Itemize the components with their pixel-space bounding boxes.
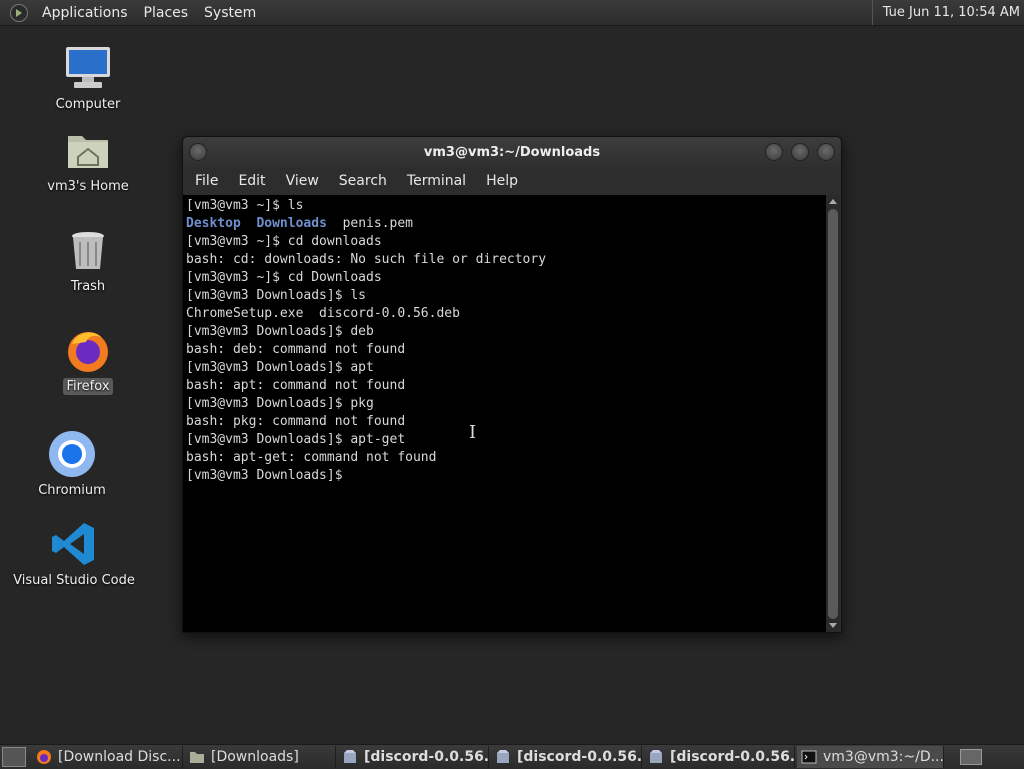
clock[interactable]: Tue Jun 11, 10:54 AM xyxy=(871,0,1024,25)
close-button[interactable] xyxy=(817,143,835,161)
menu-help[interactable]: Help xyxy=(476,173,528,189)
terminal-line: [vm3@vm3 ~]$ ls xyxy=(186,198,304,213)
menu-applications[interactable]: Applications xyxy=(34,5,136,21)
terminal-window[interactable]: vm3@vm3:~/Downloads File Edit View Searc… xyxy=(182,136,842,633)
window-menu-button[interactable] xyxy=(189,143,207,161)
menu-search[interactable]: Search xyxy=(329,173,397,189)
taskbar-item[interactable]: [Downloads] xyxy=(185,746,336,768)
terminal-line: [vm3@vm3 Downloads]$ ls xyxy=(186,288,367,303)
menu-terminal[interactable]: Terminal xyxy=(397,173,476,189)
desktop-icon-label: Firefox xyxy=(63,378,113,395)
terminal-icon xyxy=(801,749,817,765)
desktop-icon-label: Computer xyxy=(55,97,121,112)
terminal-line: [vm3@vm3 Downloads]$ apt-get xyxy=(186,432,406,447)
terminal-line: bash: cd: downloads: No such file or dir… xyxy=(186,252,547,267)
window-titlebar[interactable]: vm3@vm3:~/Downloads xyxy=(183,137,841,167)
taskbar-item[interactable]: [Download Disc... xyxy=(32,746,183,768)
terminal-menubar: File Edit View Search Terminal Help xyxy=(183,167,841,195)
desktop-icon-label: Chromium xyxy=(38,483,106,498)
terminal-line: [vm3@vm3 Downloads]$ apt xyxy=(186,360,374,375)
taskbar-item[interactable]: [discord-0.0.56... xyxy=(338,746,489,768)
desktop-icon-computer[interactable]: Computer xyxy=(50,44,126,113)
terminal-line: [vm3@vm3 Downloads]$ xyxy=(186,468,351,483)
folder-icon xyxy=(189,749,205,765)
terminal-line: [vm3@vm3 Downloads]$ pkg xyxy=(186,396,374,411)
taskbar-item-label: [discord-0.0.56... xyxy=(670,749,795,765)
terminal-line: ChromeSetup.exe discord-0.0.56.deb xyxy=(186,306,460,321)
firefox-icon xyxy=(36,749,52,765)
distro-logo-icon[interactable] xyxy=(10,3,28,22)
taskbar-item[interactable]: [discord-0.0.56... xyxy=(644,746,795,768)
desktop-icon-vscode[interactable]: Visual Studio Code xyxy=(13,520,135,589)
desktop-icon-home[interactable]: vm3's Home xyxy=(46,126,130,195)
trash-icon xyxy=(64,226,112,274)
desktop-icon-label: vm3's Home xyxy=(47,179,129,194)
terminal-line: bash: apt-get: command not found xyxy=(186,450,437,465)
text-cursor-icon: I xyxy=(469,422,477,443)
desktop-icon-chromium[interactable]: Chromium xyxy=(34,430,110,499)
terminal-scrollbar[interactable] xyxy=(826,195,840,632)
task-list: [Download Disc... [Downloads] [discord-0.0… xyxy=(32,746,946,768)
terminal-line: [vm3@vm3 ~]$ cd downloads xyxy=(186,234,382,249)
package-icon xyxy=(495,749,511,765)
terminal-line: [vm3@vm3 Downloads]$ deb xyxy=(186,324,374,339)
menu-system[interactable]: System xyxy=(196,5,264,21)
desktop-icon-label: Trash xyxy=(70,279,106,294)
terminal-line: bash: pkg: command not found xyxy=(186,414,406,429)
maximize-button[interactable] xyxy=(791,143,809,161)
taskbar-item-label: [discord-0.0.56... xyxy=(517,749,642,765)
window-title: vm3@vm3:~/Downloads xyxy=(423,144,601,160)
ls-directory: Desktop xyxy=(186,216,241,231)
chromium-icon xyxy=(48,430,96,478)
taskbar-item-label: [Downloads] xyxy=(211,749,299,765)
menu-view[interactable]: View xyxy=(276,173,329,189)
scroll-down-icon[interactable] xyxy=(829,623,837,628)
taskbar-item-label: vm3@vm3:~/D... xyxy=(823,749,944,765)
top-menu: Applications Places System xyxy=(34,0,264,25)
scroll-thumb[interactable] xyxy=(828,209,838,619)
ls-file: penis.pem xyxy=(342,216,414,231)
computer-icon xyxy=(64,44,112,92)
ls-directory: Downloads xyxy=(256,216,327,231)
desktop-icon-trash[interactable]: Trash xyxy=(50,226,126,295)
terminal-line: [vm3@vm3 ~]$ cd Downloads xyxy=(186,270,382,285)
menu-places[interactable]: Places xyxy=(136,5,197,21)
terminal-line: Desktop Downloads penis.pem xyxy=(186,215,826,233)
menu-edit[interactable]: Edit xyxy=(228,173,275,189)
show-desktop-icon[interactable] xyxy=(2,747,26,767)
taskbar-item-label: [discord-0.0.56... xyxy=(364,749,489,765)
terminal-line: bash: deb: command not found xyxy=(186,342,406,357)
workspace-switcher[interactable] xyxy=(960,749,982,765)
taskbar-item[interactable]: [discord-0.0.56... xyxy=(491,746,642,768)
taskbar-item-label: [Download Disc... xyxy=(58,749,181,765)
taskbar-item[interactable]: vm3@vm3:~/D... xyxy=(797,746,944,768)
terminal-output[interactable]: [vm3@vm3 ~]$ ls Desktop Downloads penis.p… xyxy=(183,195,826,632)
terminal-line: bash: apt: command not found xyxy=(186,378,406,393)
minimize-button[interactable] xyxy=(765,143,783,161)
scroll-up-icon[interactable] xyxy=(829,199,837,204)
package-icon xyxy=(342,749,358,765)
top-panel: Applications Places System Tue Jun 11, 1… xyxy=(0,0,1024,26)
firefox-icon xyxy=(64,326,112,374)
desktop-icon-label: Visual Studio Code xyxy=(13,573,135,588)
bottom-panel: [Download Disc... [Downloads] [discord-0.0… xyxy=(0,744,1024,769)
menu-file[interactable]: File xyxy=(185,173,228,189)
home-folder-icon xyxy=(64,126,112,174)
desktop-icon-firefox[interactable]: Firefox xyxy=(50,326,126,395)
vscode-icon xyxy=(50,520,98,568)
package-icon xyxy=(648,749,664,765)
terminal-text: [vm3@vm3 ~]$ ls Desktop Downloads penis.p… xyxy=(183,195,826,485)
